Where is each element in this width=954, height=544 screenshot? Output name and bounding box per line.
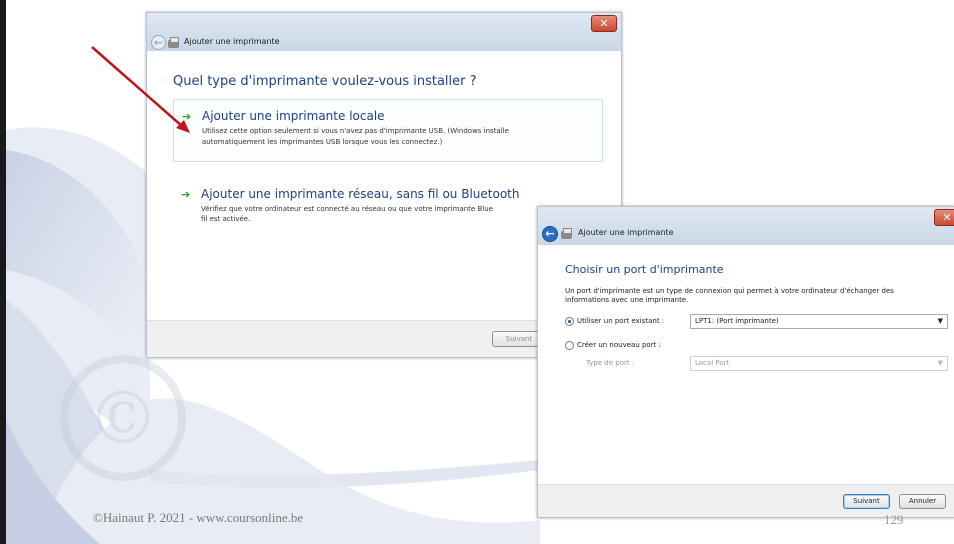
existing-port-radio[interactable] [565, 317, 574, 326]
dropdown-arrow-icon: ▼ [937, 359, 943, 367]
port-type-label: Type de port : [586, 359, 635, 367]
dropdown-arrow-icon: ▼ [937, 317, 943, 325]
back-button-icon[interactable]: ← [542, 226, 558, 242]
option-local-title: Ajouter une imprimante locale [202, 109, 385, 123]
close-button[interactable]: ✕ [934, 209, 954, 226]
port-description-1: Un port d'imprimante est un type de conn… [565, 287, 894, 295]
page-heading: Choisir un port d'imprimante [565, 263, 724, 276]
green-arrow-icon: ➔ [181, 188, 191, 201]
option-network-title: Ajouter une imprimante réseau, sans fil … [201, 187, 520, 201]
new-port-radio[interactable] [565, 341, 574, 350]
cancel-button[interactable]: Annuler [899, 494, 946, 509]
copyright-watermark: © [60, 355, 186, 481]
existing-port-label: Utiliser un port existant : [577, 317, 665, 325]
printer-icon [561, 228, 572, 239]
option-local-printer[interactable]: ➔ Ajouter une imprimante locale Utilisez… [173, 99, 603, 162]
next-button[interactable]: Suivant [843, 494, 890, 509]
existing-port-select[interactable]: LPT1: (Port imprimante) ▼ [690, 314, 948, 329]
printer-icon [168, 37, 179, 48]
close-button[interactable]: ✕ [591, 15, 617, 32]
port-type-value: Local Port [695, 359, 730, 367]
window-title: Ajouter une imprimante [578, 228, 674, 237]
green-arrow-icon: ➔ [182, 110, 192, 123]
existing-port-value: LPT1: (Port imprimante) [695, 317, 779, 325]
option-local-description-1: Utilisez cette option seulement si vous … [202, 127, 509, 135]
option-network-description-2: fil est activée. [201, 215, 251, 223]
new-port-label: Créer un nouveau port : [577, 341, 661, 349]
copyright-footer: ©Hainaut P. 2021 - www.coursonline.be [93, 510, 304, 525]
option-local-description-2: automatiquement les imprimantes USB lors… [202, 138, 443, 146]
page-heading: Quel type d'imprimante voulez-vous insta… [173, 74, 477, 89]
option-network-description-1: Vérifiez que votre ordinateur est connec… [201, 205, 493, 213]
port-description-2: informations avec une imprimante. [565, 296, 689, 304]
back-button-icon[interactable]: ← [151, 35, 166, 50]
port-type-select[interactable]: Local Port ▼ [690, 356, 948, 371]
window-title: Ajouter une imprimante [184, 37, 280, 46]
window-titlebar: ← Ajouter une imprimante ✕ [538, 207, 954, 245]
page-number: 129 [884, 512, 904, 527]
add-printer-window-port: ← Ajouter une imprimante ✕ Choisir un po… [537, 206, 954, 518]
window-titlebar: ← Ajouter une imprimante ✕ [147, 13, 621, 51]
